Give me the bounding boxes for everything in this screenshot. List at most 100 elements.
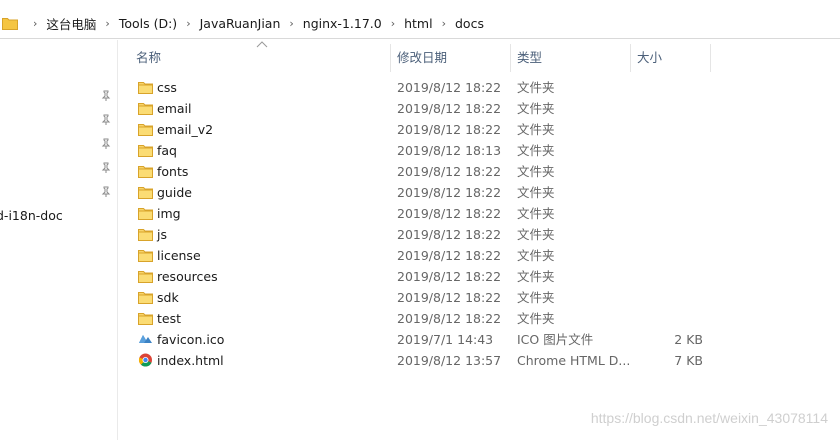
- file-name: test: [157, 311, 182, 326]
- nav-item-label[interactable]: d-i18n-doc: [0, 208, 63, 223]
- watermark: https://blog.csdn.net/weixin_43078114: [590, 410, 828, 426]
- file-type: 文件夹: [517, 248, 555, 263]
- file-row[interactable]: test 2019/8/12 18:22 文件夹: [128, 308, 728, 329]
- file-row[interactable]: license 2019/8/12 18:22 文件夹: [128, 245, 728, 266]
- file-date: 2019/8/12 18:22: [397, 80, 502, 95]
- file-row[interactable]: guide 2019/8/12 18:22 文件夹: [128, 182, 728, 203]
- folder-icon: [138, 250, 153, 262]
- file-name: resources: [157, 269, 218, 284]
- chevron-right-icon[interactable]: ›: [289, 17, 293, 30]
- file-row[interactable]: js 2019/8/12 18:22 文件夹: [128, 224, 728, 245]
- file-type: 文件夹: [517, 122, 555, 137]
- file-type: 文件夹: [517, 185, 555, 200]
- file-name: sdk: [157, 290, 179, 305]
- chevron-right-icon[interactable]: ›: [442, 17, 446, 30]
- column-divider[interactable]: [630, 44, 631, 72]
- file-date: 2019/8/12 18:22: [397, 164, 502, 179]
- folder-icon: [138, 166, 153, 178]
- file-size: 2 KB: [674, 332, 703, 347]
- file-date: 2019/8/12 18:22: [397, 311, 502, 326]
- pin-icon[interactable]: [100, 90, 112, 102]
- file-name: fonts: [157, 164, 189, 179]
- file-type: ICO 图片文件: [517, 332, 594, 347]
- file-type: 文件夹: [517, 269, 555, 284]
- file-row[interactable]: email 2019/8/12 18:22 文件夹: [128, 98, 728, 119]
- file-row[interactable]: resources 2019/8/12 18:22 文件夹: [128, 266, 728, 287]
- file-type: 文件夹: [517, 80, 555, 95]
- file-row[interactable]: index.html 2019/8/12 13:57 Chrome HTML D..…: [128, 350, 728, 371]
- file-date: 2019/8/12 18:22: [397, 101, 502, 116]
- breadcrumb-item[interactable]: 这台电脑: [46, 14, 96, 33]
- file-type: 文件夹: [517, 290, 555, 305]
- column-header-name[interactable]: 名称: [136, 44, 161, 72]
- breadcrumb-item[interactable]: nginx-1.17.0: [303, 16, 382, 31]
- breadcrumb-item[interactable]: JavaRuanJian: [200, 16, 281, 31]
- folder-icon: [138, 103, 153, 115]
- breadcrumb-item[interactable]: docs: [455, 16, 484, 31]
- chevron-right-icon[interactable]: ›: [33, 17, 37, 30]
- folder-icon: [138, 292, 153, 304]
- breadcrumb-item[interactable]: Tools (D:): [119, 16, 177, 31]
- file-row[interactable]: css 2019/8/12 18:22 文件夹: [128, 77, 728, 98]
- file-type: 文件夹: [517, 227, 555, 242]
- column-header-row: 名称 修改日期 类型 大小: [128, 44, 718, 72]
- file-row[interactable]: faq 2019/8/12 18:13 文件夹: [128, 140, 728, 161]
- file-name: email_v2: [157, 122, 214, 137]
- breadcrumb-item[interactable]: html: [404, 16, 432, 31]
- folder-icon: [138, 187, 153, 199]
- file-date: 2019/8/12 18:22: [397, 227, 502, 242]
- folder-icon: [138, 208, 153, 220]
- file-row[interactable]: email_v2 2019/8/12 18:22 文件夹: [128, 119, 728, 140]
- chrome-icon: [139, 353, 152, 367]
- file-type: 文件夹: [517, 311, 555, 326]
- file-type: 文件夹: [517, 101, 555, 116]
- file-row[interactable]: img 2019/8/12 18:22 文件夹: [128, 203, 728, 224]
- folder-icon: [138, 124, 153, 136]
- pin-icon[interactable]: [100, 186, 112, 198]
- address-bar[interactable]: › 这台电脑 › Tools (D:) › JavaRuanJian › nginx-1.17…: [0, 8, 840, 39]
- navigation-pane[interactable]: d-i18n-doc: [0, 40, 118, 440]
- ico-file-icon: [139, 335, 152, 343]
- file-date: 2019/8/12 18:22: [397, 269, 502, 284]
- chevron-right-icon[interactable]: ›: [186, 17, 190, 30]
- file-size: 7 KB: [674, 353, 703, 368]
- file-type: Chrome HTML D...: [517, 353, 631, 368]
- breadcrumb: › 这台电脑 › Tools (D:) › JavaRuanJian › nginx-1.17…: [24, 14, 484, 33]
- file-type: 文件夹: [517, 164, 555, 179]
- file-name: license: [157, 248, 201, 263]
- file-name: index.html: [157, 353, 224, 368]
- file-date: 2019/8/12 18:22: [397, 185, 502, 200]
- pin-icon[interactable]: [100, 162, 112, 174]
- file-date: 2019/8/12 18:22: [397, 206, 502, 221]
- file-row[interactable]: favicon.ico 2019/7/1 14:43 ICO 图片文件 2 KB: [128, 329, 728, 350]
- folder-icon: [138, 313, 153, 325]
- file-name: img: [157, 206, 181, 221]
- file-list: css 2019/8/12 18:22 文件夹 email 2019/8/12 18:2…: [128, 77, 728, 371]
- folder-icon: [138, 271, 153, 283]
- column-header-size[interactable]: 大小: [637, 44, 662, 72]
- column-divider[interactable]: [510, 44, 511, 72]
- file-type: 文件夹: [517, 143, 555, 158]
- pin-icon[interactable]: [100, 114, 112, 126]
- folder-icon: [138, 82, 153, 94]
- file-row[interactable]: fonts 2019/8/12 18:22 文件夹: [128, 161, 728, 182]
- chevron-right-icon[interactable]: ›: [105, 17, 109, 30]
- chevron-right-icon[interactable]: ›: [391, 17, 395, 30]
- column-divider[interactable]: [390, 44, 391, 72]
- column-header-date[interactable]: 修改日期: [397, 44, 447, 72]
- file-name: favicon.ico: [157, 332, 225, 347]
- file-row[interactable]: sdk 2019/8/12 18:22 文件夹: [128, 287, 728, 308]
- folder-icon: [138, 145, 153, 157]
- file-name: faq: [157, 143, 177, 158]
- file-name: css: [157, 80, 177, 95]
- folder-icon: [138, 229, 153, 241]
- file-name: email: [157, 101, 192, 116]
- file-type: 文件夹: [517, 206, 555, 221]
- file-date: 2019/7/1 14:43: [397, 332, 494, 347]
- file-name: guide: [157, 185, 192, 200]
- column-header-type[interactable]: 类型: [517, 44, 542, 72]
- pin-icon[interactable]: [100, 138, 112, 150]
- column-divider[interactable]: [710, 44, 711, 72]
- file-name: js: [157, 227, 167, 242]
- file-date: 2019/8/12 18:22: [397, 248, 502, 263]
